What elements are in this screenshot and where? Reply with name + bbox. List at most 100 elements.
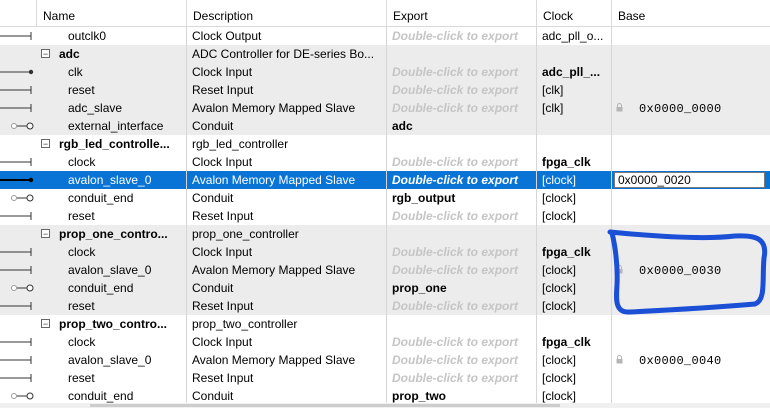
name-cell[interactable]: − rgb_led_controlle... [37,135,187,153]
connection-cell[interactable] [0,243,37,261]
component-row[interactable]: − adc ADC Controller for DE-series Bo... [0,45,770,63]
interface-row[interactable]: clock Clock Input Double-click to export fp… [0,333,770,351]
base-cell[interactable] [612,117,770,135]
connection-cell[interactable] [0,207,37,225]
export-cell[interactable]: Double-click to export [387,63,537,81]
collapse-toggle-icon[interactable]: − [41,49,50,59]
component-row[interactable]: − prop_one_contro... prop_one_controller [0,225,770,243]
name-cell[interactable]: conduit_end [37,189,187,207]
export-column-header[interactable]: Export [387,0,537,26]
export-cell[interactable]: Double-click to export [387,27,537,45]
export-cell[interactable]: Double-click to export [387,99,537,117]
name-cell[interactable]: clock [37,333,187,351]
connection-cell[interactable] [0,189,37,207]
connection-line-icon[interactable] [0,243,37,261]
component-row[interactable]: − rgb_led_controlle... rgb_led_controller [0,135,770,153]
connection-line-icon[interactable] [0,207,37,225]
name-cell[interactable]: external_interface [37,117,187,135]
interface-row[interactable]: outclk0 Clock Output Double-click to expor… [0,27,770,45]
name-cell[interactable]: reset [37,81,187,99]
interface-row[interactable]: avalon_slave_0 Avalon Memory Mapped Slave… [0,171,770,189]
description-column-header[interactable]: Description [187,0,387,26]
base-cell[interactable] [612,297,770,315]
connection-cell[interactable] [0,117,37,135]
interface-row[interactable]: reset Reset Input Double-click to export [c… [0,207,770,225]
clock-cell[interactable]: [clock] [537,369,612,387]
export-cell[interactable]: Double-click to export [387,81,537,99]
connection-cell[interactable] [0,81,37,99]
name-cell[interactable]: avalon_slave_0 [37,261,187,279]
base-cell[interactable] [612,315,770,333]
export-cell[interactable] [387,225,537,243]
base-cell[interactable] [612,369,770,387]
clock-cell[interactable] [537,45,612,63]
connection-cell[interactable] [0,261,37,279]
name-cell[interactable]: outclk0 [37,27,187,45]
connection-cell[interactable] [0,27,37,45]
interface-row[interactable]: conduit_end Conduit rgb_output [clock] [0,189,770,207]
connection-cell[interactable] [0,297,37,315]
clock-cell[interactable]: adc_pll_o... [537,27,612,45]
base-cell[interactable]: 0x0000_0030 [612,261,770,279]
interface-row[interactable]: avalon_slave_0 Avalon Memory Mapped Slave… [0,261,770,279]
export-cell[interactable]: Double-click to export [387,369,537,387]
collapse-toggle-icon[interactable]: − [41,139,50,149]
clock-cell[interactable]: [clock] [537,297,612,315]
interface-row[interactable]: avalon_slave_0 Avalon Memory Mapped Slave… [0,351,770,369]
clock-cell[interactable]: [clock] [537,351,612,369]
connection-cell[interactable] [0,333,37,351]
clock-cell[interactable]: [clk] [537,99,612,117]
export-cell[interactable] [387,45,537,63]
interface-row[interactable]: conduit_end Conduit prop_one [clock] [0,279,770,297]
interface-row[interactable]: reset Reset Input Double-click to export [c… [0,369,770,387]
name-cell[interactable]: clock [37,243,187,261]
clock-cell[interactable]: adc_pll_... [537,63,612,81]
clock-cell[interactable]: [clock] [537,189,612,207]
connection-line-icon[interactable] [0,27,37,45]
base-cell[interactable] [612,135,770,153]
name-cell[interactable]: avalon_slave_0 [37,171,187,189]
export-cell[interactable]: Double-click to export [387,243,537,261]
base-address-input[interactable]: 0x0000_0020 [614,172,765,188]
connection-cell[interactable] [0,153,37,171]
clock-cell[interactable]: fpga_clk [537,243,612,261]
base-cell[interactable] [612,225,770,243]
base-cell[interactable] [612,63,770,81]
export-cell[interactable]: Double-click to export [387,261,537,279]
clock-cell[interactable]: fpga_clk [537,153,612,171]
scrollbar-thumb[interactable] [90,404,560,407]
name-cell[interactable]: clock [37,153,187,171]
base-cell[interactable] [612,279,770,297]
export-cell[interactable]: prop_one [387,279,537,297]
base-cell[interactable] [612,207,770,225]
collapse-toggle-icon[interactable]: − [41,319,50,329]
conduit-connection-icon[interactable] [0,189,37,207]
conduit-connection-icon[interactable] [0,117,37,135]
name-cell[interactable]: clk [37,63,187,81]
lock-icon[interactable] [616,265,623,274]
component-row[interactable]: − prop_two_contro... prop_two_controller [0,315,770,333]
name-cell[interactable]: reset [37,297,187,315]
base-cell[interactable] [612,189,770,207]
base-cell[interactable] [612,81,770,99]
connection-arrow-icon[interactable] [0,171,37,189]
connection-cell[interactable] [0,315,37,333]
base-cell[interactable]: 0x0000_0000 [612,99,770,117]
export-cell[interactable] [387,135,537,153]
name-cell[interactable]: reset [37,369,187,387]
base-cell[interactable] [612,45,770,63]
connection-line-icon[interactable] [0,297,37,315]
name-cell[interactable]: conduit_end [37,279,187,297]
interface-row[interactable]: clk Clock Input Double-click to export adc_… [0,63,770,81]
export-cell[interactable]: adc [387,117,537,135]
name-cell[interactable]: avalon_slave_0 [37,351,187,369]
horizontal-scrollbar[interactable] [0,403,770,408]
connection-line-icon[interactable] [0,261,37,279]
export-cell[interactable] [387,315,537,333]
clock-cell[interactable] [537,315,612,333]
connection-cell[interactable] [0,279,37,297]
connection-line-icon[interactable] [0,153,37,171]
clock-cell[interactable] [537,117,612,135]
clock-cell[interactable] [537,225,612,243]
name-cell[interactable]: − adc [37,45,187,63]
